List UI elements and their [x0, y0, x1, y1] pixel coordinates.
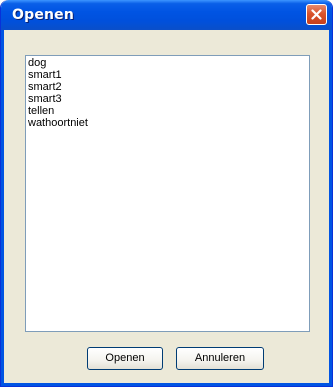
- window-frame-bottom: [1, 383, 332, 386]
- window-title: Openen: [12, 7, 75, 23]
- open-button[interactable]: Openen: [87, 347, 163, 370]
- window-frame-left: [1, 30, 4, 386]
- close-button[interactable]: [306, 4, 327, 25]
- list-item-dog[interactable]: dog: [28, 57, 307, 69]
- file-listbox[interactable]: dog smart1 smart2 smart3 tellen wathoort…: [25, 55, 310, 332]
- list-item-smart3[interactable]: smart3: [28, 93, 307, 105]
- cancel-button[interactable]: Annuleren: [176, 347, 264, 370]
- title-bar[interactable]: Openen: [1, 0, 332, 30]
- list-item-wathoortniet[interactable]: wathoortniet: [28, 117, 307, 129]
- list-item-smart2[interactable]: smart2: [28, 81, 307, 93]
- open-dialog: Openen dog smart1 smart2 smart3 tellen w…: [0, 0, 333, 387]
- close-icon: [311, 9, 322, 20]
- list-item-smart1[interactable]: smart1: [28, 69, 307, 81]
- list-item-tellen[interactable]: tellen: [28, 105, 307, 117]
- window-frame-right: [329, 30, 332, 386]
